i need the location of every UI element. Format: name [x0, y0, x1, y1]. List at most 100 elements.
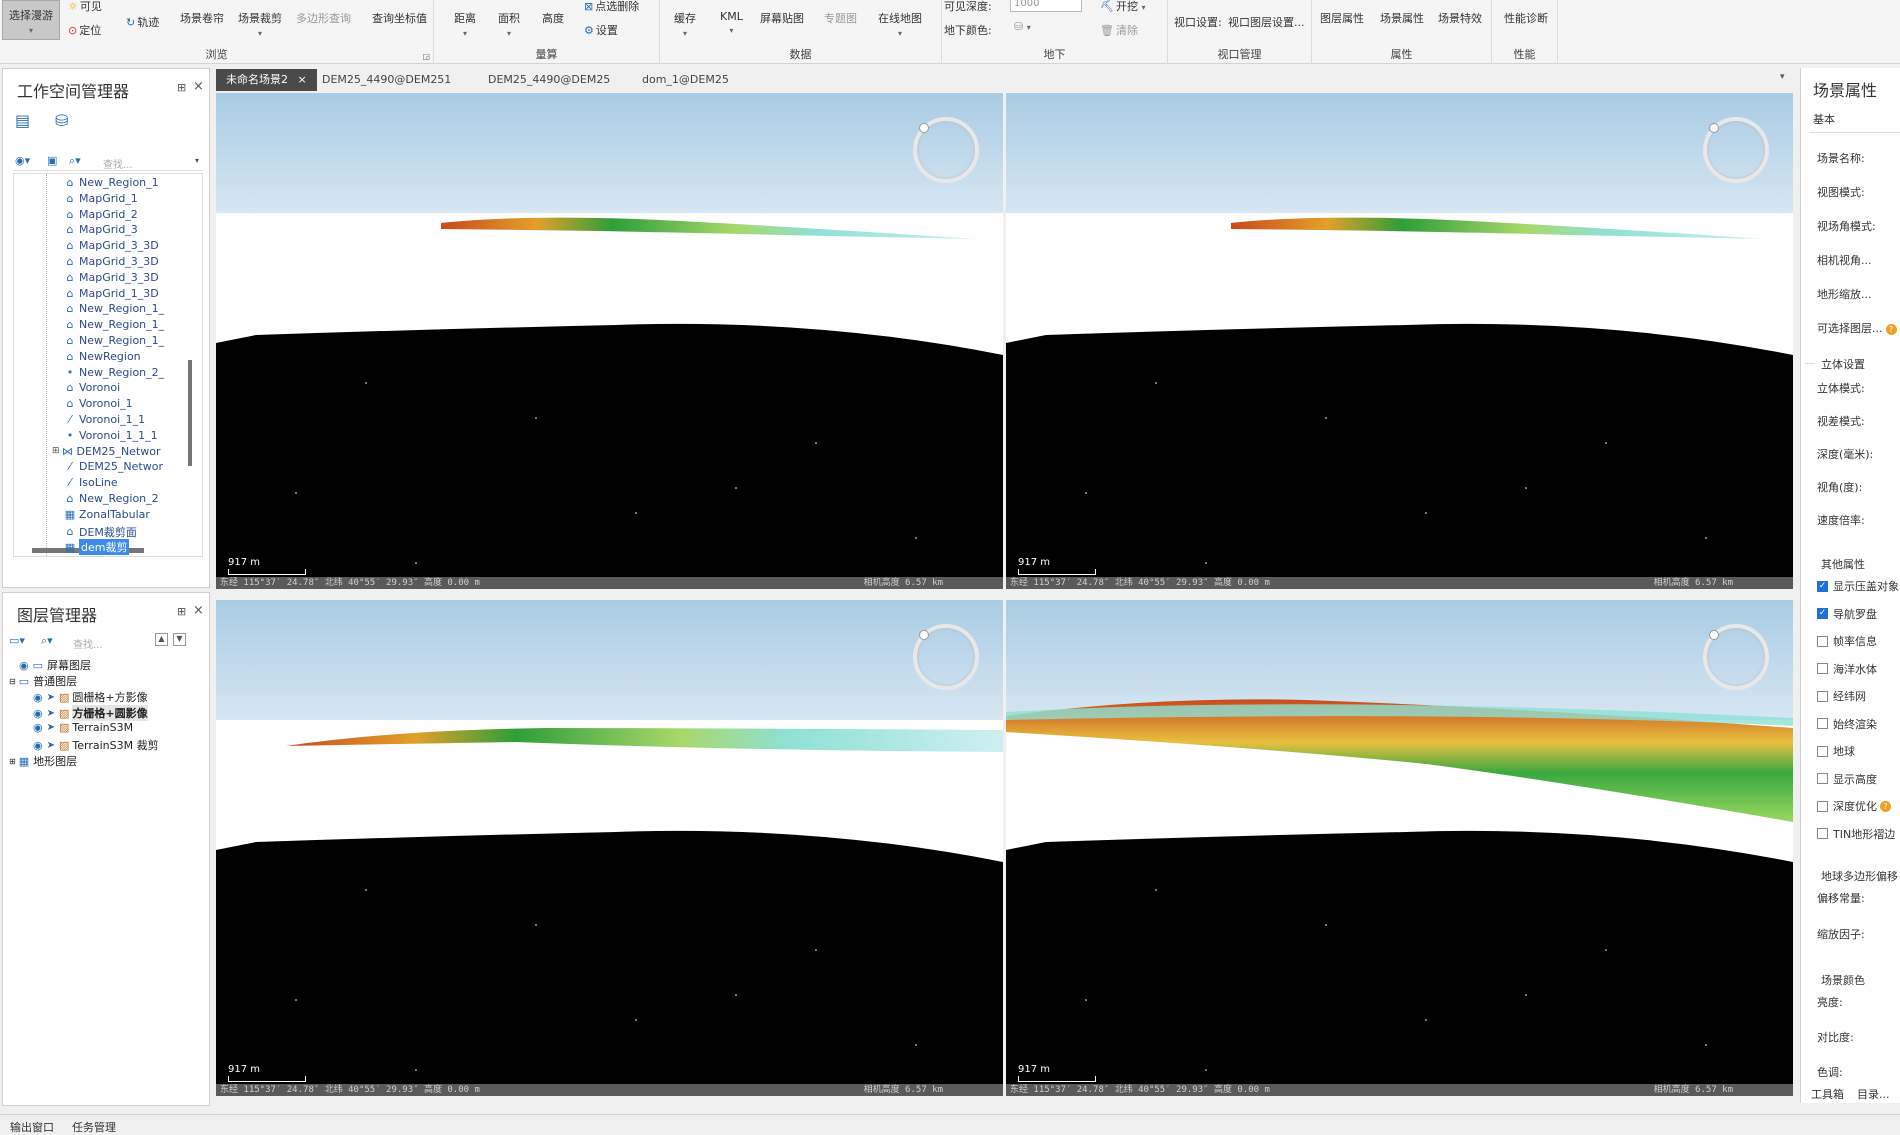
property-checkbox[interactable]: 地球	[1817, 743, 1855, 759]
property-checkbox[interactable]: 显示高度	[1817, 771, 1877, 787]
workspace-tree-item[interactable]: ⌂ MapGrid_3_3D	[64, 239, 159, 252]
catalog-tab[interactable]: 目录...	[1857, 1086, 1890, 1102]
launcher-icon[interactable]: ◲	[422, 52, 430, 61]
workspace-tree-item[interactable]: ⊞ ⋈ DEM25_Networ	[52, 445, 161, 458]
workspace-tree-item[interactable]: ⌂ MapGrid_3	[64, 223, 138, 236]
workspace-tree-item[interactable]: • Voronoi_1_1_1	[64, 429, 158, 442]
layer-item[interactable]: ◉ ➤ ▨ TerrainS3M	[33, 721, 133, 734]
move-down-icon[interactable]: ▼	[173, 633, 186, 646]
layer-item[interactable]: ◉ ➤ ▨ 圆栅格+方影像	[33, 689, 148, 705]
workspace-tree-item[interactable]: ▦ dem裁剪	[64, 539, 130, 556]
excavate-button[interactable]: ⛏ 开挖 ▾	[1100, 0, 1145, 14]
property-checkbox[interactable]: 始终渲染	[1817, 716, 1877, 732]
color-picker-button[interactable]: ⛁ ▾	[1014, 20, 1031, 33]
checkbox-unchecked-icon[interactable]	[1817, 690, 1828, 702]
eye-icon[interactable]: ◉	[19, 659, 29, 672]
visible-button[interactable]: ☼ 可见	[68, 0, 102, 14]
query-coord-button[interactable]: 查询坐标值	[372, 10, 427, 26]
distance-button[interactable]: 距离 ▾	[454, 10, 476, 39]
stereo-field[interactable]: 速度倍率:	[1817, 512, 1865, 528]
basic-tab[interactable]: 基本	[1813, 111, 1835, 127]
checkbox-unchecked-icon[interactable]	[1817, 718, 1828, 729]
kml-button[interactable]: KML ▾	[720, 10, 743, 36]
workspace-tree-item[interactable]: ⌂ Voronoi	[64, 381, 121, 394]
property-checkbox[interactable]: 深度优化?	[1817, 798, 1891, 814]
pin-icon[interactable]: ⊞	[177, 605, 186, 618]
checkbox-unchecked-icon[interactable]	[1817, 773, 1828, 784]
eye-icon[interactable]: ◉	[33, 691, 43, 704]
scene-canvas[interactable]	[216, 93, 1003, 589]
workspace-tree-item[interactable]: ⌂ DEM裁剪面	[64, 524, 137, 540]
workspace-tree-item[interactable]: ⁄ IsoLine	[64, 476, 118, 489]
visible-depth-input[interactable]: 1000	[1010, 0, 1082, 12]
navigation-compass[interactable]	[913, 117, 979, 183]
help-icon[interactable]: ?	[1880, 800, 1891, 812]
thematic-button[interactable]: 专题图	[824, 10, 857, 26]
viewport-settings-button[interactable]: 视口设置:	[1174, 14, 1222, 30]
workspace-tree-item[interactable]: ▦ ZonalTabular	[64, 508, 150, 521]
checkbox-unchecked-icon[interactable]	[1817, 800, 1828, 812]
scene-canvas[interactable]	[216, 600, 1003, 1096]
scene-prop-field[interactable]: 相机视角...	[1817, 252, 1872, 268]
navigation-compass[interactable]	[913, 624, 979, 690]
clear-button[interactable]: 🗑 清除	[1100, 22, 1138, 38]
checkbox-unchecked-icon[interactable]	[1817, 745, 1828, 757]
eye-dropdown-icon[interactable]: ◉▾	[15, 154, 30, 167]
normal-layer-node[interactable]: ⊟ ▭ 普通图层	[9, 673, 77, 689]
select-arrow-icon[interactable]: ➤	[47, 722, 55, 733]
workspace-tree-item[interactable]: ⌂ MapGrid_2	[64, 208, 138, 221]
scene-viewport[interactable]: 917 m 东经 115°37′ 24.78″ 北纬 40°55′ 29.93″ …	[1006, 93, 1793, 589]
database-tab-icon[interactable]: ⛁	[55, 111, 68, 130]
scene-viewport[interactable]: 917 m 东经 115°37′ 24.78″ 北纬 40°55′ 29.93″ …	[216, 93, 1003, 589]
viewport-layer-settings-button[interactable]: 视口图层设置...	[1228, 14, 1305, 30]
eye-icon[interactable]: ◉	[33, 721, 43, 734]
checkbox-unchecked-icon[interactable]	[1817, 828, 1828, 839]
tree-vertical-scrollbar[interactable]	[188, 360, 192, 466]
workspace-tree-item[interactable]: ⌂ MapGrid_1_3D	[64, 287, 159, 300]
scene-effects-button[interactable]: 场景特效	[1438, 10, 1482, 26]
close-icon[interactable]: ×	[193, 79, 204, 94]
online-map-button[interactable]: 在线地图 ▾	[878, 10, 922, 39]
perf-diag-button[interactable]: 性能诊断	[1504, 10, 1548, 26]
expand-icon[interactable]: ⊞	[52, 446, 60, 456]
workspace-tree-item[interactable]: ⌂ Voronoi_1	[64, 397, 133, 410]
track-button[interactable]: ↻ 轨迹	[126, 14, 159, 30]
color-field[interactable]: 亮度:	[1817, 994, 1843, 1010]
expand-icon[interactable]: ⊞	[9, 757, 16, 766]
search-icon[interactable]: ⌕▾	[69, 154, 81, 168]
scene-clip-button[interactable]: 场景裁剪 ▾	[238, 10, 282, 39]
close-icon[interactable]: ×	[193, 603, 204, 618]
checkbox-checked-icon[interactable]: ✓	[1817, 608, 1828, 619]
search-icon[interactable]: ⌕▾	[41, 634, 53, 648]
property-checkbox[interactable]: ✓ 导航罗盘	[1817, 606, 1877, 622]
property-checkbox[interactable]: ✓ 显示压盖对象	[1817, 578, 1899, 594]
workspace-tree-item[interactable]: ⌂ New_Region_2	[64, 492, 159, 505]
workspace-tree-item[interactable]: ⌂ MapGrid_3_3D	[64, 255, 159, 268]
screen-layer-node[interactable]: ◉ ▭ 屏幕图层	[19, 657, 91, 673]
workspace-tree-item[interactable]: • New_Region_2_	[64, 366, 164, 379]
scroll-down-icon[interactable]: ▾	[195, 156, 199, 165]
select-arrow-icon[interactable]: ➤	[47, 740, 55, 751]
workspace-tree-item[interactable]: ⌂ MapGrid_1	[64, 192, 138, 205]
scene-prop-field[interactable]: 视场角模式:	[1817, 218, 1876, 234]
stereo-field[interactable]: 深度(毫米):	[1817, 446, 1873, 462]
toolbox-tab[interactable]: 工具箱	[1811, 1086, 1844, 1102]
select-roam-button[interactable]: 选择漫游 ▾	[2, 0, 60, 40]
document-tab[interactable]: dom_1@DEM25	[632, 69, 739, 91]
checkbox-unchecked-icon[interactable]	[1817, 635, 1828, 647]
workspace-tree-item[interactable]: ⌂ New_Region_1	[64, 176, 159, 189]
document-tab[interactable]: DEM25_4490@DEM25	[478, 69, 620, 91]
property-checkbox[interactable]: 海洋水体	[1817, 661, 1877, 677]
eye-icon[interactable]: ◉	[33, 739, 43, 752]
scene-fly-button[interactable]: 场景卷帘	[180, 10, 224, 26]
scene-props-button[interactable]: 场景属性	[1380, 10, 1424, 26]
stereo-field[interactable]: 立体模式:	[1817, 380, 1865, 396]
help-icon[interactable]: ?	[1885, 324, 1897, 335]
stereo-field[interactable]: 视角(度):	[1817, 479, 1862, 495]
workspace-tree-item[interactable]: ⁄ DEM25_Networ	[64, 460, 163, 473]
close-tab-icon[interactable]: ×	[294, 73, 306, 86]
workspace-search-input[interactable]: 查找...	[103, 156, 133, 171]
workspace-tree-item[interactable]: ⌂ NewRegion	[64, 350, 141, 363]
screen-map-button[interactable]: 屏幕贴图	[760, 10, 804, 26]
workspace-tree-item[interactable]: ⌂ MapGrid_3_3D	[64, 271, 159, 284]
